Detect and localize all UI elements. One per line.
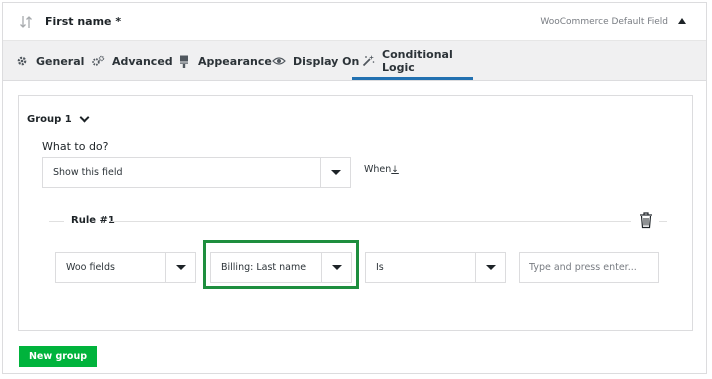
tab-label: General bbox=[36, 54, 85, 68]
group-label: Group 1 bbox=[27, 114, 72, 125]
rule-label: Rule #1 bbox=[71, 215, 115, 226]
dropdown-arrow[interactable] bbox=[321, 253, 351, 282]
magic-wand-icon bbox=[362, 54, 375, 68]
action-select[interactable]: Show this field bbox=[42, 157, 351, 188]
tab-advanced[interactable]: Advanced bbox=[91, 41, 173, 81]
rule-divider bbox=[49, 221, 64, 222]
trash-icon[interactable] bbox=[639, 211, 653, 229]
field-header[interactable]: First name * WooCommerce Default Field bbox=[3, 3, 706, 41]
field-title: First name * bbox=[45, 15, 122, 28]
tab-label: Advanced bbox=[112, 54, 173, 68]
rule-operator-value: Is bbox=[376, 262, 384, 273]
rule-field-select[interactable]: Billing: Last name bbox=[210, 252, 352, 283]
field-type-label: WooCommerce Default Field bbox=[540, 17, 668, 27]
eye-icon bbox=[272, 54, 286, 68]
dropdown-arrow[interactable] bbox=[165, 253, 195, 282]
caret-down-icon bbox=[485, 265, 496, 270]
dropdown-arrow[interactable] bbox=[475, 253, 505, 282]
tab-label: Conditional Logic bbox=[382, 47, 453, 74]
sort-arrow-icon: ↓ bbox=[391, 165, 399, 175]
tab-display-on[interactable]: Display On bbox=[272, 41, 359, 81]
caret-down-icon bbox=[175, 265, 186, 270]
new-group-button[interactable]: New group bbox=[19, 346, 97, 367]
chevron-down-icon bbox=[79, 112, 90, 123]
caret-down-icon bbox=[330, 170, 341, 175]
tab-appearance[interactable]: Appearance bbox=[177, 41, 272, 81]
action-select-value: Show this field bbox=[53, 167, 123, 178]
rule-divider bbox=[111, 221, 631, 222]
gears-icon bbox=[91, 54, 105, 68]
caret-down-icon bbox=[331, 265, 342, 270]
dropdown-arrow[interactable] bbox=[320, 158, 350, 187]
sort-icon[interactable] bbox=[19, 14, 33, 30]
collapse-arrow-icon[interactable] bbox=[678, 18, 686, 24]
rule-operator-select[interactable]: Is bbox=[365, 252, 506, 283]
tab-label: Display On bbox=[293, 54, 360, 68]
what-to-do-label: What to do? bbox=[42, 140, 109, 153]
when-label-group: When↓ bbox=[364, 164, 399, 175]
field-editor-card: First name * WooCommerce Default Field G… bbox=[2, 2, 707, 374]
settings-tabs: General Advanced Appearance Display On C… bbox=[3, 41, 706, 81]
tab-label: Appearance bbox=[198, 54, 272, 68]
rule-divider bbox=[659, 221, 667, 222]
paint-brush-icon bbox=[177, 54, 191, 68]
tab-conditional-logic[interactable]: Conditional Logic bbox=[352, 41, 473, 80]
rule-field-value: Billing: Last name bbox=[221, 262, 307, 273]
group-toggle[interactable]: Group 1 bbox=[27, 112, 90, 125]
conditional-logic-panel: Group 1 What to do? Show this field When… bbox=[18, 95, 693, 331]
rule-source-value: Woo fields bbox=[66, 262, 115, 273]
gear-icon bbox=[15, 54, 29, 68]
rule-source-select[interactable]: Woo fields bbox=[55, 252, 196, 283]
rule-value-input[interactable] bbox=[519, 252, 659, 283]
when-label: When bbox=[364, 164, 392, 175]
tab-general[interactable]: General bbox=[15, 41, 84, 81]
